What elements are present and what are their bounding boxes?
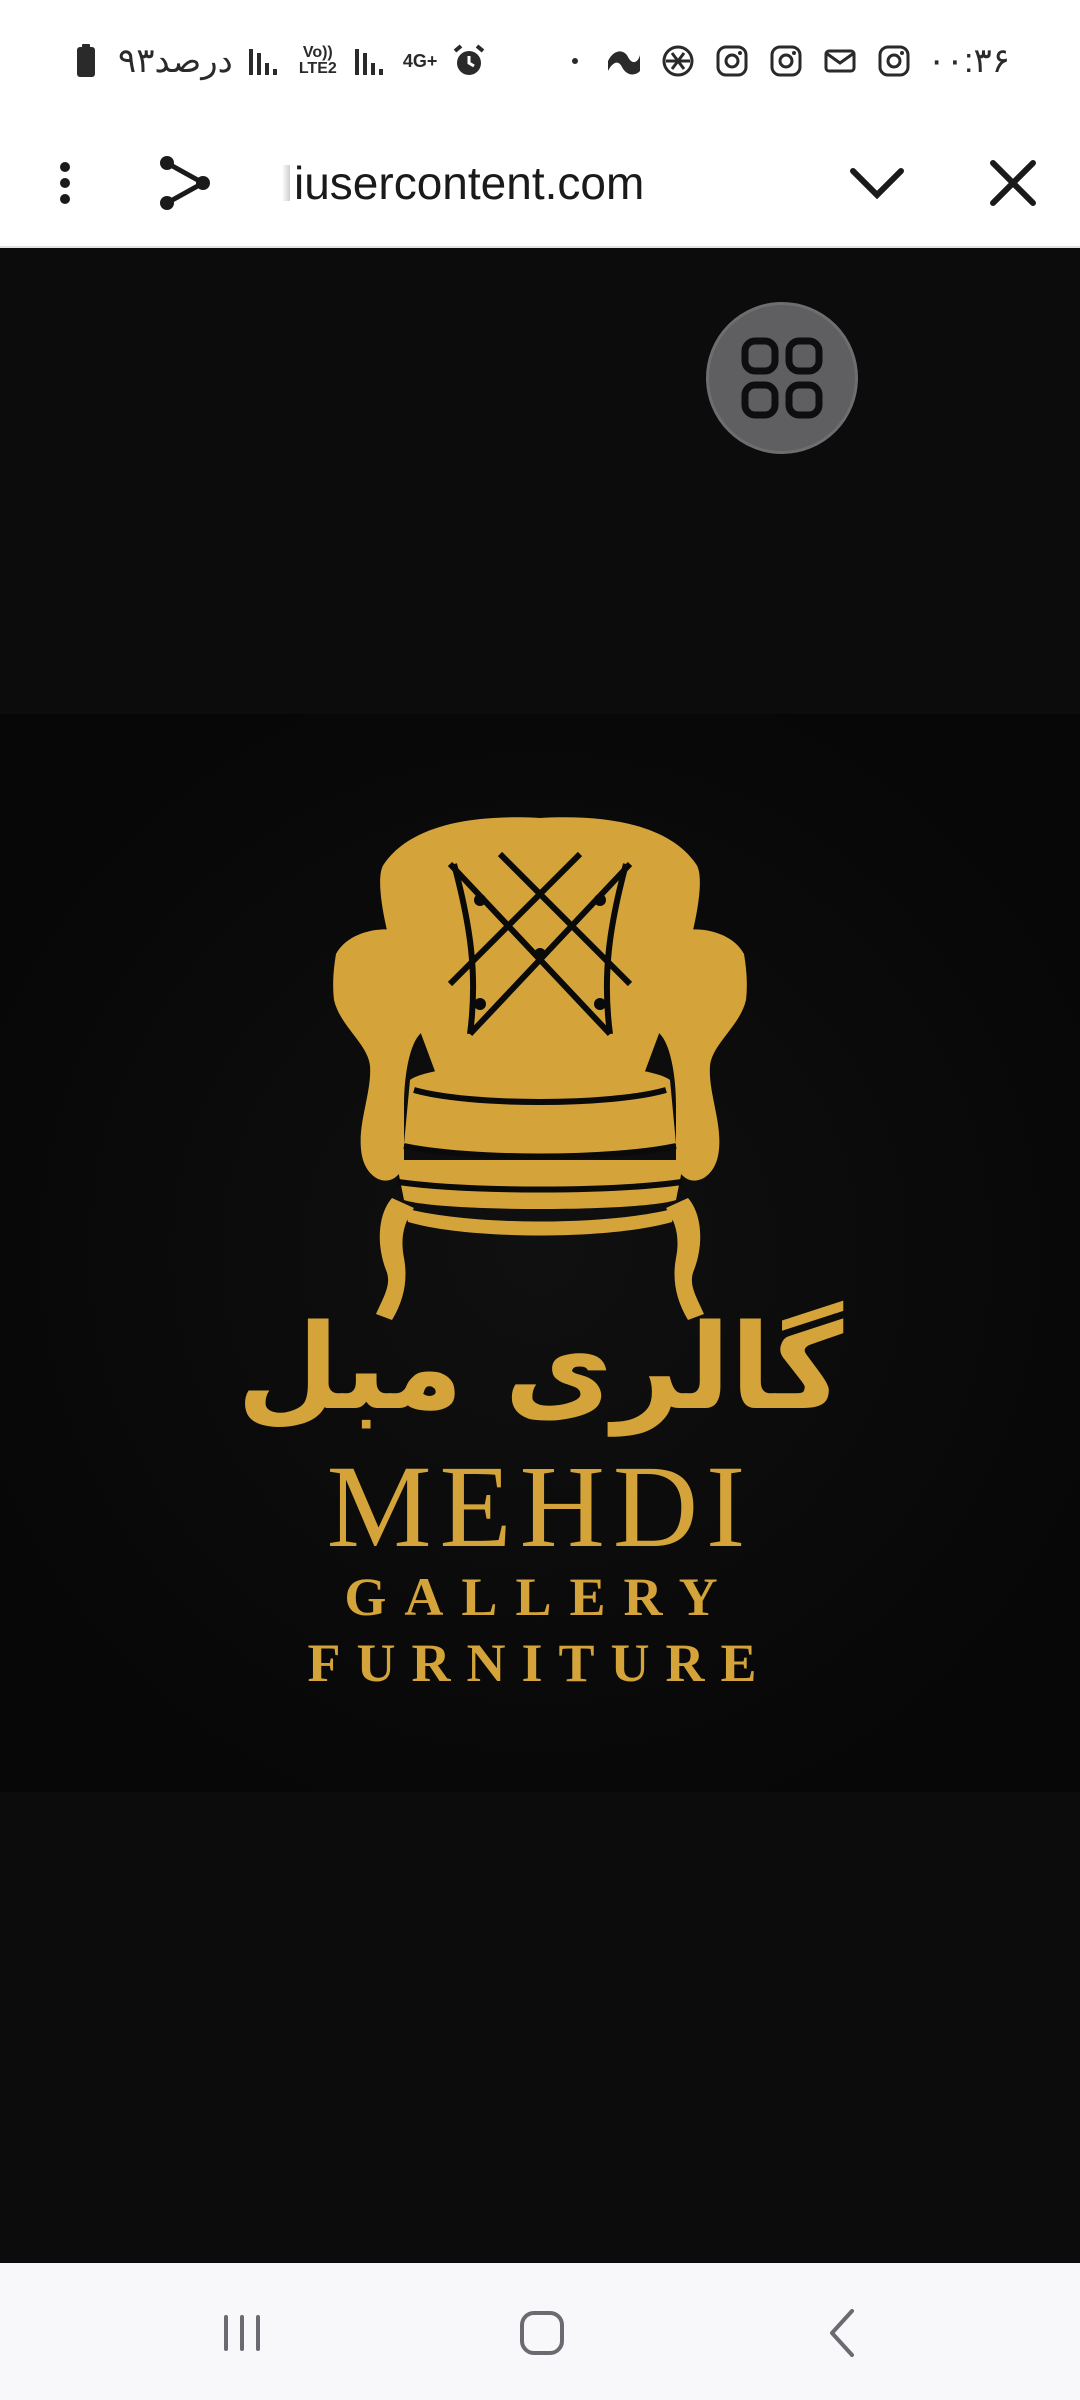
battery-icon xyxy=(77,44,95,77)
signal-icon xyxy=(354,49,383,75)
home-button[interactable] xyxy=(482,2285,602,2381)
back-icon xyxy=(830,2309,854,2357)
url-text[interactable]: iusercontent.com xyxy=(282,140,762,226)
armchair-icon xyxy=(333,817,747,1320)
collapse-button[interactable] xyxy=(834,140,920,226)
app-icon xyxy=(607,51,640,75)
alarm-icon xyxy=(454,44,485,75)
signal-icon xyxy=(248,49,277,75)
instagram-icon xyxy=(716,45,747,77)
logo-subtitle-text: GALLERY xyxy=(344,1567,736,1627)
volte-label: Vo)) LTE2 xyxy=(298,44,337,77)
navigation-bar xyxy=(0,2263,1080,2400)
recents-icon xyxy=(224,2315,260,2351)
image-viewer[interactable]: گالری مبل MEHDI GALLERY FURNITURE xyxy=(0,248,1080,2263)
close-button[interactable] xyxy=(970,140,1056,226)
screen: ۹۳درصد Vo)) LTE2 4G+ ۰۰:۳۶ iusercontent.… xyxy=(0,0,1080,2400)
status-bar-right: ۰۰:۳۶ xyxy=(570,36,1011,86)
battery-text: ۹۳درصد xyxy=(118,42,233,80)
browser-toolbar: iusercontent.com xyxy=(0,120,1080,248)
dot-icon xyxy=(571,58,578,64)
share-button[interactable] xyxy=(142,140,228,226)
status-time: ۰۰:۳۶ xyxy=(927,42,1011,80)
chatgpt-icon xyxy=(662,45,693,77)
recents-button[interactable] xyxy=(182,2285,302,2381)
mail-icon xyxy=(824,49,855,73)
close-icon xyxy=(990,160,1036,206)
instagram-icon xyxy=(770,45,801,77)
logo-title-text: MEHDI xyxy=(326,1441,754,1572)
floating-apps-button[interactable] xyxy=(706,302,858,454)
instagram-icon xyxy=(878,45,909,77)
apps-grid-icon xyxy=(741,337,823,419)
chevron-down-icon xyxy=(850,168,904,200)
logo-tagline-text: FURNITURE xyxy=(307,1633,773,1693)
status-bar-left: ۹۳درصد Vo)) LTE2 4G+ xyxy=(66,36,489,86)
armchair-logo[interactable] xyxy=(0,714,1080,1792)
more-options-button[interactable] xyxy=(22,140,108,226)
share-icon xyxy=(160,156,210,210)
more-vert-icon xyxy=(60,162,70,204)
status-bar: ۹۳درصد Vo)) LTE2 4G+ ۰۰:۳۶ xyxy=(0,0,1080,120)
back-button[interactable] xyxy=(784,2285,904,2381)
logo-arabic-text: گالری مبل xyxy=(236,1298,844,1436)
network-type: 4G+ xyxy=(402,50,438,71)
home-icon xyxy=(520,2311,564,2355)
